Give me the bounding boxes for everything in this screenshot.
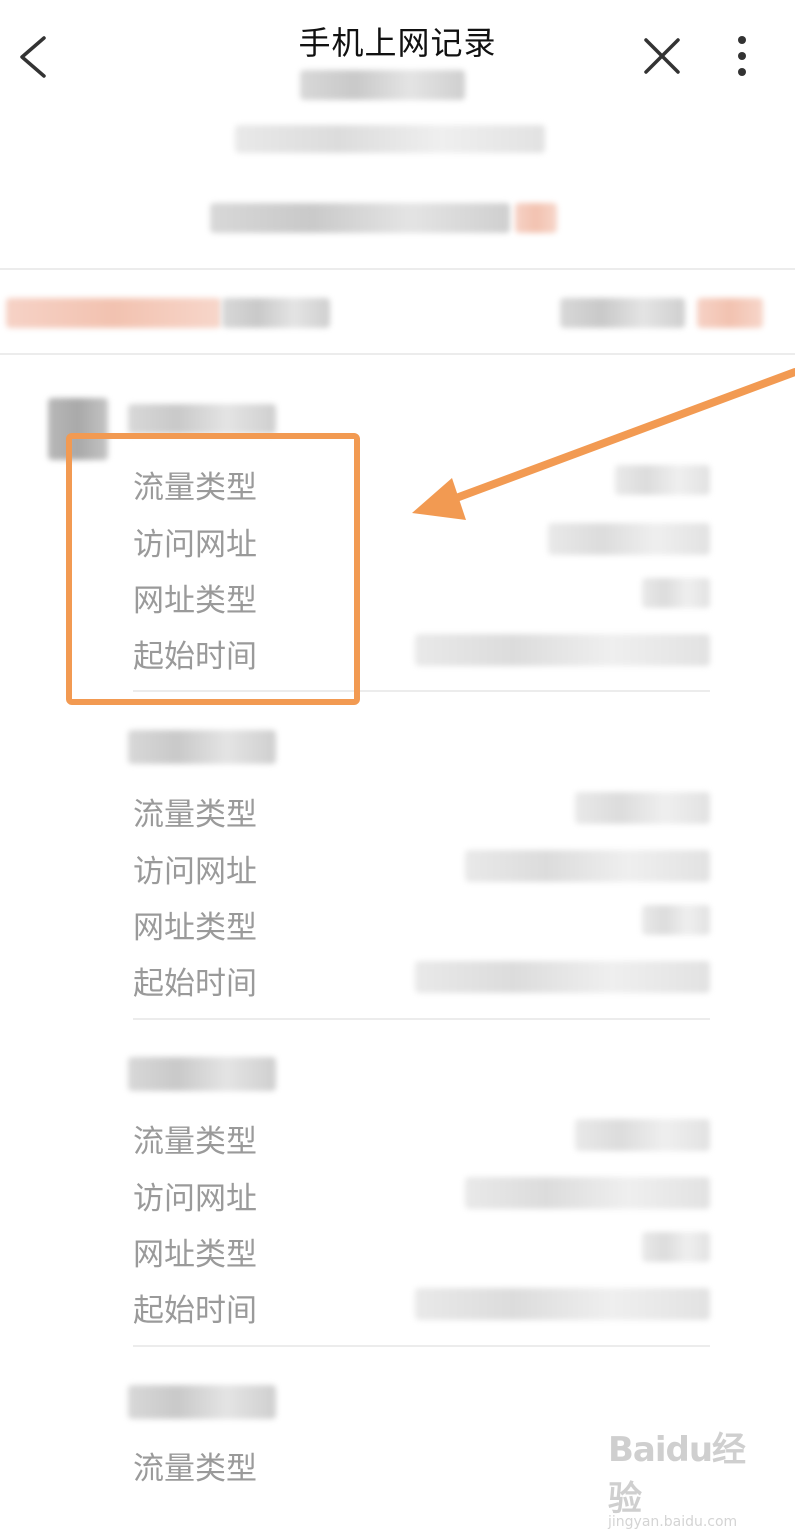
redacted-field-value [415,1288,710,1320]
field-label-traffic-type: 流量类型 [133,1124,257,1160]
redacted-field-value [465,1177,710,1209]
field-label-traffic-type: 流量类型 [133,1451,257,1487]
redacted-field-value [415,634,710,666]
redacted-field-value [548,523,710,555]
redacted-field-value [642,1232,710,1262]
annotation-highlight-box [66,433,360,705]
divider [133,1345,710,1347]
divider [0,268,795,270]
more-vertical-icon [738,36,746,76]
redacted-record-title [128,1057,276,1091]
redacted-account-subtitle [235,125,545,153]
redacted-record-title [128,404,276,434]
redacted-account-name [300,70,465,100]
field-label-visited-url: 访问网址 [133,1181,257,1217]
field-label-start-time: 起始时间 [133,1293,257,1329]
close-icon [644,38,680,74]
watermark-logo: Baidu经验 [608,1430,746,1519]
redacted-badge [515,203,557,233]
redacted-record-title [128,730,276,764]
more-options-button[interactable] [728,32,756,80]
redacted-field-value [615,465,710,495]
field-label-visited-url: 访问网址 [133,854,257,890]
redacted-summary-left-2 [222,298,330,328]
field-label-start-time: 起始时间 [133,966,257,1002]
field-label-url-type: 网址类型 [133,910,257,946]
redacted-phone-number [210,203,510,233]
field-label-traffic-type: 流量类型 [133,797,257,833]
redacted-field-value [575,792,710,824]
redacted-field-value [415,961,710,993]
watermark-url: jingyan.baidu.com [608,1514,738,1530]
divider [0,353,795,355]
field-label-url-type: 网址类型 [133,1237,257,1273]
redacted-summary-right [560,298,685,328]
redacted-summary-left [6,298,221,328]
redacted-field-value [642,905,710,935]
redacted-record-title [128,1385,276,1419]
watermark: Baidu经验 jingyan.baidu.com [608,1422,758,1530]
divider [133,1018,710,1020]
redacted-summary-right-2 [697,298,763,328]
redacted-field-value [465,850,710,882]
redacted-field-value [575,1119,710,1151]
redacted-field-value [642,578,710,608]
close-button[interactable] [640,34,684,78]
